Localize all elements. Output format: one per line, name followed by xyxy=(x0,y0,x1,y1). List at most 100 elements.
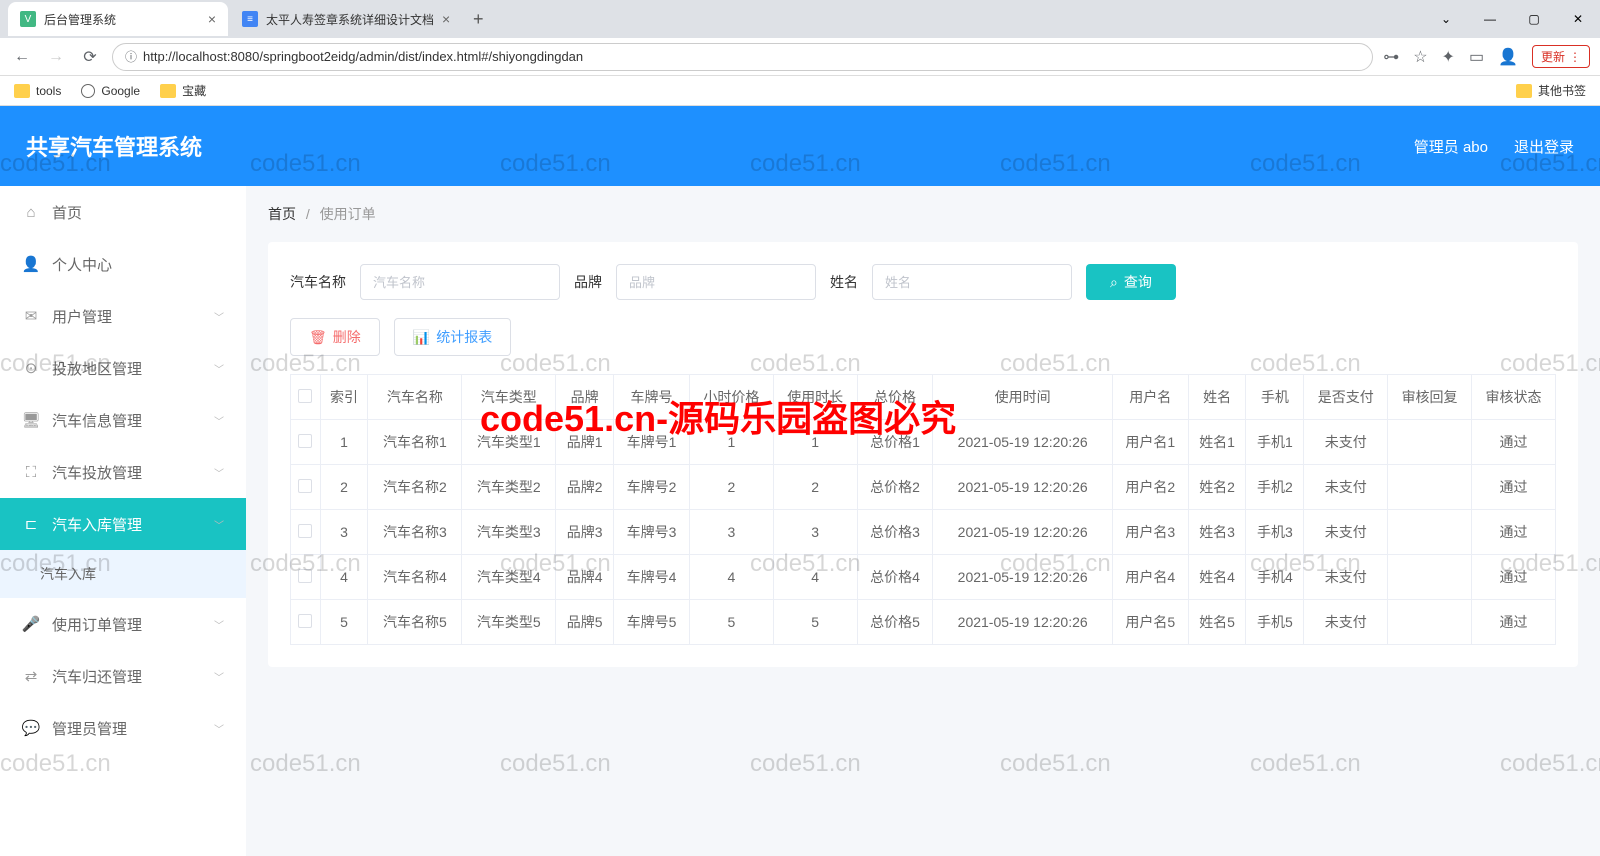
query-button[interactable]: ⌕ 查询 xyxy=(1086,264,1176,300)
table-row: 5汽车名称5汽车类型5 品牌5车牌号55 5总价格52021-05-19 12:… xyxy=(291,600,1556,645)
table-header: 汽车类型 xyxy=(462,375,556,420)
maximize-button[interactable]: ▢ xyxy=(1512,2,1556,36)
app-title: 共享汽车管理系统 xyxy=(26,130,202,162)
chevron-down-icon: ﹀ xyxy=(214,465,224,480)
action-row: 🗑 删除 📊 统计报表 xyxy=(290,318,1556,356)
switch-icon: ⇄ xyxy=(22,667,40,685)
extension-icon[interactable]: ✦ xyxy=(1442,47,1455,67)
bookmark-icon[interactable]: ☆ xyxy=(1413,47,1427,67)
reader-icon[interactable]: ▭ xyxy=(1469,47,1484,67)
submenu-item[interactable]: 汽车入库 xyxy=(0,550,246,598)
url-input[interactable]: ⓘ http://localhost:8080/springboot2eidg/… xyxy=(112,43,1373,71)
bookmark-item[interactable]: tools xyxy=(14,84,61,98)
breadcrumb-home[interactable]: 首页 xyxy=(268,206,296,222)
folder-icon xyxy=(160,84,176,98)
menu-item[interactable]: ✉用户管理﹀ xyxy=(0,290,246,342)
menu-label: 使用订单管理 xyxy=(52,614,142,635)
current-user[interactable]: 管理员 abo xyxy=(1414,136,1488,157)
row-checkbox[interactable] xyxy=(298,434,312,448)
menu-item[interactable]: ⌂首页 xyxy=(0,186,246,238)
filter-label-carname: 汽车名称 xyxy=(290,272,346,292)
breadcrumb-sep: / xyxy=(306,206,310,222)
menu-item[interactable]: ⊏汽车入库管理﹀ xyxy=(0,498,246,550)
globe-icon xyxy=(81,84,95,98)
menu-item[interactable]: 👤个人中心 xyxy=(0,238,246,290)
browser-tab[interactable]: V 后台管理系统 × xyxy=(8,2,228,36)
table-header: 使用时间 xyxy=(933,375,1112,420)
doc-icon: ≡ xyxy=(242,11,258,27)
filter-label-brand: 品牌 xyxy=(574,272,602,292)
row-checkbox[interactable] xyxy=(298,479,312,493)
carname-input[interactable] xyxy=(360,264,560,300)
table-header: 小时价格 xyxy=(689,375,773,420)
close-button[interactable]: ✕ xyxy=(1556,2,1600,36)
menu-item[interactable]: 🎤 使用订单管理 ﹀ xyxy=(0,598,246,650)
bookmark-item[interactable]: 宝藏 xyxy=(160,82,206,99)
home-icon: ⌂ xyxy=(22,203,40,221)
chevron-down-icon: ﹀ xyxy=(214,361,224,376)
profile-icon[interactable]: 👤 xyxy=(1498,47,1518,67)
row-checkbox[interactable] xyxy=(298,614,312,628)
menu-label: 管理员管理 xyxy=(52,718,127,739)
logout-link[interactable]: 退出登录 xyxy=(1514,136,1574,157)
browser-chrome: V 后台管理系统 × ≡ 太平人寿签章系统详细设计文档 × + ⌄ — ▢ ✕ … xyxy=(0,0,1600,106)
address-bar: ← → ⟳ ⓘ http://localhost:8080/springboot… xyxy=(0,38,1600,76)
data-table: 索引汽车名称汽车类型品牌车牌号小时价格使用时长总价格使用时间用户名姓名手机是否支… xyxy=(290,374,1556,645)
close-icon[interactable]: × xyxy=(434,11,450,27)
user-icon: 👤 xyxy=(22,255,40,273)
back-button[interactable]: ← xyxy=(10,48,34,66)
table-header: 审核回复 xyxy=(1388,375,1472,420)
content-card: 汽车名称 品牌 姓名 ⌕ 查询 🗑 删除 📊 统计报表 xyxy=(268,242,1578,667)
table-header: 审核状态 xyxy=(1472,375,1556,420)
report-button[interactable]: 📊 统计报表 xyxy=(394,318,511,356)
minimize-button[interactable]: — xyxy=(1468,2,1512,36)
menu-item[interactable]: ⛶ 汽车投放管理 ﹀ xyxy=(0,446,246,498)
mail-icon: ✉ xyxy=(22,307,40,325)
dropdown-icon[interactable]: ⌄ xyxy=(1424,2,1468,36)
table-row: 2汽车名称2汽车类型2 品牌2车牌号22 2总价格22021-05-19 12:… xyxy=(291,465,1556,510)
name-input[interactable] xyxy=(872,264,1072,300)
folder-icon xyxy=(1516,84,1532,98)
brand-input[interactable] xyxy=(616,264,816,300)
fold-icon: ⊏ xyxy=(22,515,40,533)
table-header: 车牌号 xyxy=(614,375,690,420)
chat-icon: 💬 xyxy=(22,719,40,737)
chevron-down-icon: ﹀ xyxy=(214,413,224,428)
reload-button[interactable]: ⟳ xyxy=(78,47,102,67)
menu-item[interactable]: 💬管理员管理﹀ xyxy=(0,702,246,754)
chevron-down-icon: ﹀ xyxy=(214,617,224,632)
mic-icon: 🎤 xyxy=(22,615,40,633)
close-icon[interactable]: × xyxy=(200,11,216,27)
menu-item[interactable]: ⇄汽车归还管理﹀ xyxy=(0,650,246,702)
menu-item[interactable]: 🖥汽车信息管理﹀ xyxy=(0,394,246,446)
row-checkbox[interactable] xyxy=(298,569,312,583)
bookmarks-bar: tools Google 宝藏 其他书签 xyxy=(0,76,1600,106)
sidebar: ⌂首页👤个人中心✉用户管理﹀⊙投放地区管理﹀🖥汽车信息管理﹀⛶汽车投放管理﹀⊏汽… xyxy=(0,186,246,856)
breadcrumb: 首页 / 使用订单 xyxy=(268,204,1578,224)
app-body: ⌂首页👤个人中心✉用户管理﹀⊙投放地区管理﹀🖥汽车信息管理﹀⛶汽车投放管理﹀⊏汽… xyxy=(0,186,1600,856)
breadcrumb-current: 使用订单 xyxy=(320,206,376,222)
menu-item[interactable]: ⊙投放地区管理﹀ xyxy=(0,342,246,394)
search-icon: ⌕ xyxy=(1110,274,1118,291)
new-tab-button[interactable]: + xyxy=(464,9,492,30)
other-bookmarks[interactable]: 其他书签 xyxy=(1516,82,1586,99)
table-row: 3汽车名称3汽车类型3 品牌3车牌号33 3总价格32021-05-19 12:… xyxy=(291,510,1556,555)
table-header: 手机 xyxy=(1246,375,1304,420)
menu-label: 汽车投放管理 xyxy=(52,462,142,483)
info-icon: ⓘ xyxy=(125,48,137,65)
table-header: 汽车名称 xyxy=(368,375,462,420)
select-all-checkbox[interactable] xyxy=(298,389,312,403)
expand-icon: ⛶ xyxy=(22,463,40,481)
row-checkbox[interactable] xyxy=(298,524,312,538)
chevron-down-icon: ﹀ xyxy=(214,309,224,324)
main-content: 首页 / 使用订单 汽车名称 品牌 姓名 ⌕ 查询 🗑 删除 xyxy=(246,186,1600,856)
forward-button[interactable]: → xyxy=(44,48,68,66)
update-button[interactable]: 更新⋮ xyxy=(1532,45,1590,68)
chevron-down-icon: ﹀ xyxy=(214,669,224,684)
tab-bar: V 后台管理系统 × ≡ 太平人寿签章系统详细设计文档 × + ⌄ — ▢ ✕ xyxy=(0,0,1600,38)
window-controls: ⌄ — ▢ ✕ xyxy=(1424,2,1600,36)
browser-tab[interactable]: ≡ 太平人寿签章系统详细设计文档 × xyxy=(230,2,462,36)
bookmark-item[interactable]: Google xyxy=(81,84,140,98)
delete-button[interactable]: 🗑 删除 xyxy=(290,318,380,356)
password-icon[interactable]: ⊶ xyxy=(1383,47,1399,67)
